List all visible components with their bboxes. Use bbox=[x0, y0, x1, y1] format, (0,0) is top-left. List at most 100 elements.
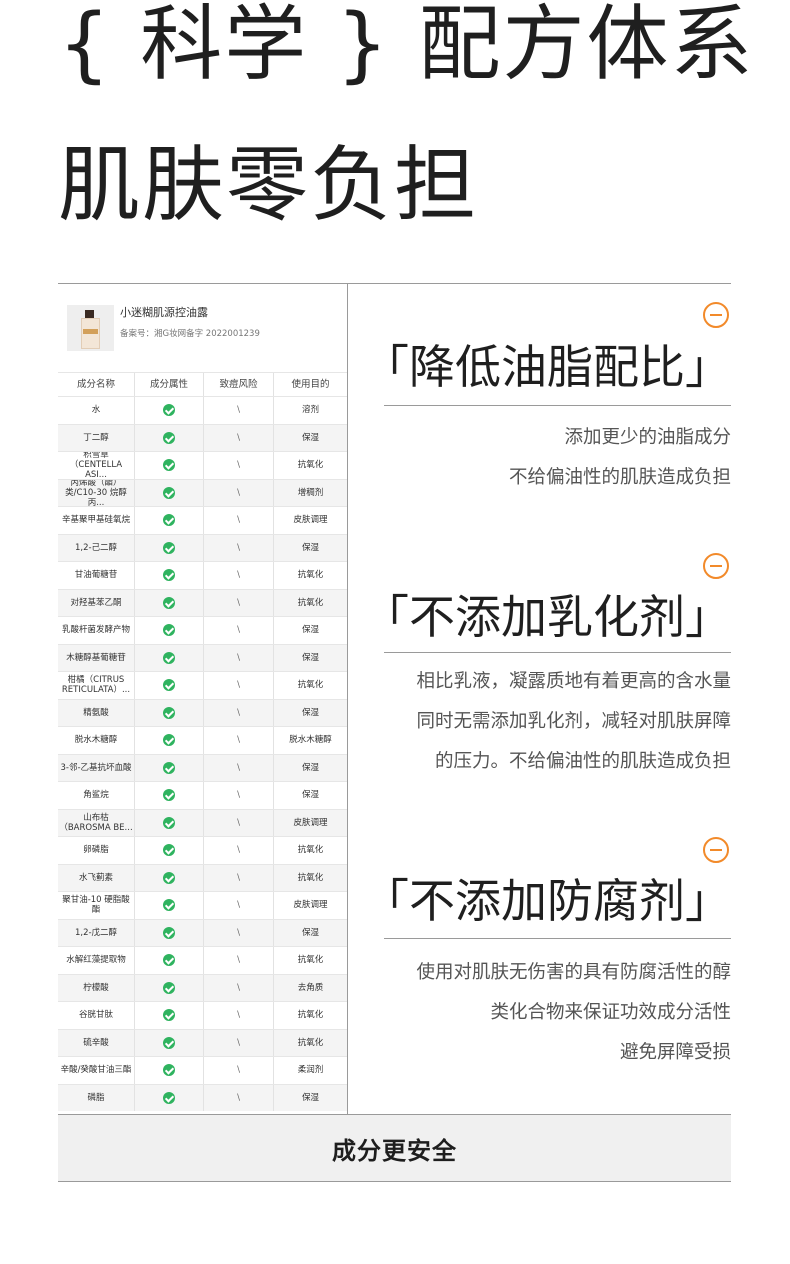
ingredient-attribute bbox=[135, 424, 204, 451]
ingredient-name: 卵磷脂 bbox=[58, 837, 135, 864]
usage-purpose: 抗氧化 bbox=[297, 680, 324, 691]
acne-risk: \ bbox=[204, 452, 274, 479]
table-row: 丁二醇 \ 保湿 bbox=[58, 423, 347, 451]
ingredient-attribute bbox=[135, 479, 204, 506]
ingredient-name: 乳酸杆菌发酵产物 bbox=[58, 617, 135, 644]
ingredient-name: 3-邻-乙基抗坏血酸 bbox=[58, 754, 135, 781]
ingredient-table: 成分名称 成分属性 致痘风险 使用目的 水 \ 溶剂 丁二醇 \ 保湿 积雪草（CENTEL… bbox=[58, 372, 347, 1111]
ingredient-name: 辛酸/癸酸甘油三酯 bbox=[58, 1057, 135, 1084]
ingredient-name: 1,2-己二醇 bbox=[58, 534, 135, 561]
section-3-line-2: 类化合物来保证功效成分活性 bbox=[490, 1002, 731, 1023]
usage-purpose: 皮肤调理 bbox=[293, 900, 328, 911]
ingredient-name: 硫辛酸 bbox=[58, 1029, 135, 1056]
bottle-cap bbox=[85, 310, 94, 318]
ingredient-attribute bbox=[135, 782, 204, 809]
acne-risk: \ bbox=[204, 534, 274, 561]
check-circle-icon bbox=[163, 816, 175, 829]
acne-risk: \ bbox=[204, 947, 274, 974]
ingredient-name: 山布枯（BAROSMA BE... bbox=[58, 809, 135, 836]
product-registration: 备案号：湘G妆网备字 2022001239 bbox=[120, 329, 260, 339]
ingredient-name: 脱水木糖醇 bbox=[58, 727, 135, 754]
table-row: 水 \ 溶剂 bbox=[58, 396, 347, 424]
acne-risk: \ bbox=[204, 589, 274, 616]
check-circle-icon bbox=[163, 706, 175, 719]
ingredient-attribute bbox=[135, 837, 204, 864]
acne-risk: \ bbox=[204, 974, 274, 1001]
acne-risk: \ bbox=[204, 837, 274, 864]
table-row: 磷脂 \ 保湿 bbox=[58, 1083, 347, 1111]
table-row: 硫辛酸 \ 抗氧化 bbox=[58, 1028, 347, 1056]
usage-purpose: 溶剂 bbox=[301, 405, 319, 416]
product-thumbnail bbox=[67, 305, 114, 351]
check-circle-icon bbox=[163, 1091, 175, 1104]
product-name: 小迷糊肌源控油露 bbox=[120, 306, 208, 319]
table-row: 角鲨烷 \ 保湿 bbox=[58, 781, 347, 809]
usage-purpose: 抗氧化 bbox=[297, 955, 324, 966]
ingredient-attribute bbox=[135, 947, 204, 974]
check-circle-icon bbox=[163, 569, 175, 582]
ingredient-attribute bbox=[135, 534, 204, 561]
section-3-line-1: 使用对肌肤无伤害的具有防腐活性的醇 bbox=[416, 962, 731, 983]
ingredient-name: 柑橘（CITRUS RETICULATA）... bbox=[58, 672, 135, 699]
acne-risk: \ bbox=[204, 809, 274, 836]
acne-risk: \ bbox=[204, 672, 274, 699]
table-row: 3-邻-乙基抗坏血酸 \ 保湿 bbox=[58, 753, 347, 781]
ingredient-name: 木糖醇基葡糖苷 bbox=[58, 644, 135, 671]
acne-risk: \ bbox=[204, 479, 274, 506]
ingredient-name: 水飞蓟素 bbox=[58, 864, 135, 891]
header-attribute: 成分属性 bbox=[135, 373, 204, 396]
table-row: 脱水木糖醇 \ 脱水木糖醇 bbox=[58, 726, 347, 754]
table-row: 柑橘（CITRUS RETICULATA）... \ 抗氧化 bbox=[58, 671, 347, 699]
ingredient-name: 甘油葡糖苷 bbox=[58, 562, 135, 589]
ingredient-attribute bbox=[135, 1029, 204, 1056]
minus-circle-icon bbox=[703, 302, 729, 328]
check-circle-icon bbox=[163, 871, 175, 884]
table-row: 谷胱甘肽 \ 抗氧化 bbox=[58, 1001, 347, 1029]
ingredient-name: 水 bbox=[58, 397, 135, 424]
usage-purpose: 柔润剂 bbox=[297, 1065, 324, 1076]
usage-purpose: 皮肤调理 bbox=[293, 515, 328, 526]
table-row: 积雪草（CENTELLA ASI... \ 抗氧化 bbox=[58, 451, 347, 479]
section-1-divider bbox=[384, 405, 731, 406]
check-circle-icon bbox=[163, 541, 175, 554]
acne-risk: \ bbox=[204, 754, 274, 781]
section-2-line-3: 的压力。不给偏油性的肌肤造成负担 bbox=[434, 751, 731, 772]
acne-risk: \ bbox=[204, 1057, 274, 1084]
ingredient-attribute bbox=[135, 1057, 204, 1084]
ingredient-name: 柠檬酸 bbox=[58, 974, 135, 1001]
table-row: 山布枯（BAROSMA BE... \ 皮肤调理 bbox=[58, 808, 347, 836]
usage-purpose: 保湿 bbox=[301, 542, 319, 553]
usage-purpose: 保湿 bbox=[301, 625, 319, 636]
check-circle-icon bbox=[163, 651, 175, 664]
bottle-label bbox=[83, 329, 98, 334]
ingredient-attribute bbox=[135, 974, 204, 1001]
ingredient-attribute bbox=[135, 452, 204, 479]
table-row: 乳酸杆菌发酵产物 \ 保湿 bbox=[58, 616, 347, 644]
acne-risk: \ bbox=[204, 644, 274, 671]
ingredient-name: 水解红藻提取物 bbox=[58, 947, 135, 974]
section-2-description: 相比乳液，凝露质地有着更高的含水量 同时无需添加乳化剂，减轻对肌肤屏障 的压力。… bbox=[416, 662, 731, 782]
acne-risk: \ bbox=[204, 782, 274, 809]
table-row: 辛酸/癸酸甘油三酯 \ 柔润剂 bbox=[58, 1056, 347, 1084]
acne-risk: \ bbox=[204, 562, 274, 589]
acne-risk: \ bbox=[204, 699, 274, 726]
product-header: 小迷糊肌源控油露 备案号：湘G妆网备字 2022001239 bbox=[58, 284, 347, 372]
usage-purpose: 脱水木糖醇 bbox=[289, 735, 332, 746]
check-circle-icon bbox=[163, 459, 175, 472]
acne-risk: \ bbox=[204, 892, 274, 919]
section-2-divider bbox=[384, 652, 731, 653]
acne-risk: \ bbox=[204, 424, 274, 451]
section-1-description: 添加更少的油脂成分 不给偏油性的肌肤造成负担 bbox=[509, 418, 731, 498]
ingredient-name: 1,2-戊二醇 bbox=[58, 919, 135, 946]
usage-purpose: 抗氧化 bbox=[297, 1010, 324, 1021]
section-2-line-1: 相比乳液，凝露质地有着更高的含水量 bbox=[416, 671, 731, 692]
vertical-divider bbox=[347, 284, 348, 1114]
ingredient-attribute bbox=[135, 672, 204, 699]
ingredient-attribute bbox=[135, 589, 204, 616]
usage-purpose: 抗氧化 bbox=[297, 1037, 324, 1048]
ingredient-attribute bbox=[135, 1084, 204, 1111]
ingredient-name: 谷胱甘肽 bbox=[58, 1002, 135, 1029]
minus-circle-icon bbox=[703, 837, 729, 863]
usage-purpose: 抗氧化 bbox=[297, 597, 324, 608]
usage-purpose: 保湿 bbox=[301, 1092, 319, 1103]
